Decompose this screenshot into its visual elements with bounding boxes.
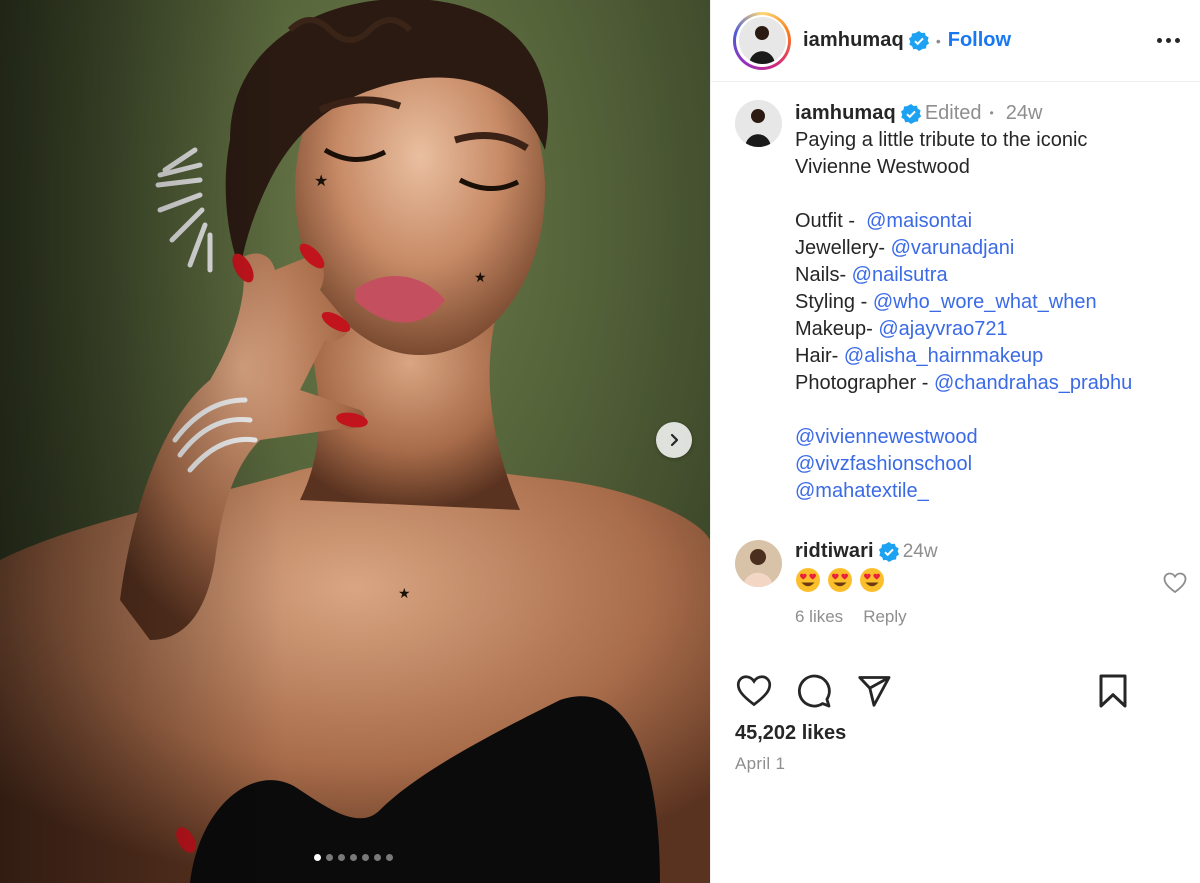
post-media[interactable]: ★ ★ ★ (0, 0, 710, 883)
post-sidebar: iamhumaq • Follow iamhumaq Edited • 24w … (710, 0, 1200, 883)
post-actions (735, 672, 1180, 710)
verified-badge-icon (908, 30, 929, 51)
carousel-dot (313, 854, 321, 861)
mention-link[interactable]: @nailsutra (852, 264, 948, 286)
caption-line: @mahatextile_ (795, 478, 1132, 505)
caption-username[interactable]: iamhumaq (795, 100, 896, 127)
follow-button[interactable]: Follow (948, 29, 1011, 52)
mention-link[interactable]: @who_wore_what_when (873, 291, 1097, 313)
caption-line-text: Makeup- (795, 318, 879, 340)
paper-plane-icon (858, 676, 891, 707)
comment-button[interactable] (795, 672, 833, 710)
avatar-image (738, 17, 786, 64)
author-avatar[interactable] (733, 11, 791, 70)
comment-like-button[interactable] (1163, 572, 1187, 599)
heart-eyes-emoji-icon (796, 568, 820, 592)
caption-text: Paying a little tribute to the iconic Viv… (795, 127, 1132, 505)
heart-icon (736, 675, 772, 707)
post-date[interactable]: April 1 (735, 754, 785, 774)
caption-line-text: Hair- (795, 345, 844, 367)
caption-line: Photographer - @chandrahas_prabhu (795, 370, 1132, 397)
caption-line (795, 397, 1132, 424)
caption-line: @vivzfashionschool (795, 451, 1132, 478)
mention-link[interactable]: @alisha_hairnmakeup (844, 345, 1043, 367)
carousel-dot (337, 854, 345, 861)
bookmark-icon (1099, 674, 1127, 708)
instagram-post: ★ ★ ★ (0, 0, 1200, 883)
share-button[interactable] (855, 672, 893, 710)
post-header: iamhumaq • Follow (711, 0, 1200, 82)
caption-line-text: Styling - (795, 291, 873, 313)
carousel-dot (361, 854, 369, 861)
carousel-dot (325, 854, 333, 861)
carousel-dot (349, 854, 357, 861)
caption-timestamp[interactable]: 24w (1006, 100, 1043, 127)
mention-link[interactable]: @ajayvrao721 (878, 318, 1007, 340)
reply-button[interactable]: Reply (863, 607, 906, 627)
like-button[interactable] (735, 672, 773, 710)
heart-eyes-emoji-icon (860, 568, 884, 592)
caption-line: Makeup- @ajayvrao721 (795, 316, 1132, 343)
carousel-dot (373, 854, 381, 861)
mention-link[interactable]: @vivzfashionschool (795, 453, 972, 475)
caption-line: Paying a little tribute to the iconic (795, 127, 1132, 154)
carousel-indicator (0, 854, 710, 861)
carousel-dot (385, 854, 393, 861)
caption-line: Nails- @nailsutra (795, 262, 1132, 289)
chevron-right-icon (670, 433, 679, 447)
comment-text (795, 567, 938, 593)
caption-line-text: Photographer - (795, 372, 934, 394)
carousel-next-button[interactable] (656, 422, 692, 458)
caption-line: Vivienne Westwood (795, 154, 1132, 181)
header-separator: • (935, 32, 941, 49)
caption-line-text: Vivienne Westwood (795, 156, 970, 178)
heart-eyes-emoji-icon (828, 568, 852, 592)
caption-avatar[interactable] (735, 100, 782, 147)
comment-likes[interactable]: 6 likes (795, 607, 843, 627)
mention-link[interactable]: @chandrahas_prabhu (934, 372, 1132, 394)
comment-timestamp[interactable]: 24w (903, 541, 938, 563)
mention-link[interactable]: @mahatextile_ (795, 480, 929, 502)
comment-bubble-icon (797, 674, 831, 708)
mention-link[interactable]: @maisontai (866, 210, 972, 232)
mention-link[interactable]: @viviennewestwood (795, 426, 978, 448)
meta-separator: • (989, 106, 994, 120)
more-horizontal-icon (1157, 38, 1162, 43)
likes-count[interactable]: 45,202 likes (735, 722, 846, 745)
caption-line (795, 181, 1132, 208)
post-caption: iamhumaq Edited • 24w Paying a little tr… (711, 82, 1200, 505)
caption-line: Jewellery- @varunadjani (795, 235, 1132, 262)
caption-line: Styling - @who_wore_what_when (795, 289, 1132, 316)
caption-line-text: Paying a little tribute to the iconic (795, 129, 1088, 151)
commenter-avatar[interactable] (735, 540, 782, 587)
caption-line: Outfit - @maisontai (795, 208, 1132, 235)
caption-line: Hair- @alisha_hairnmakeup (795, 343, 1132, 370)
caption-line-text: Outfit - (795, 210, 867, 232)
heart-icon (1163, 572, 1187, 594)
caption-line: @viviennewestwood (795, 424, 1132, 451)
caption-line-text: Jewellery- (795, 237, 891, 259)
post-photo: ★ ★ ★ (0, 0, 710, 883)
commenter-username[interactable]: ridtiwari (795, 540, 874, 563)
verified-badge-icon (900, 103, 921, 124)
author-username[interactable]: iamhumaq (803, 29, 904, 52)
caption-line-text: Nails- (795, 264, 852, 286)
comment: ridtiwari 24w 6 likes Reply (711, 540, 1200, 627)
verified-badge-icon (878, 541, 899, 562)
more-options-button[interactable] (1157, 38, 1180, 43)
mention-link[interactable]: @varunadjani (891, 237, 1015, 259)
save-button[interactable] (1094, 672, 1132, 710)
edited-label: Edited (924, 102, 982, 124)
